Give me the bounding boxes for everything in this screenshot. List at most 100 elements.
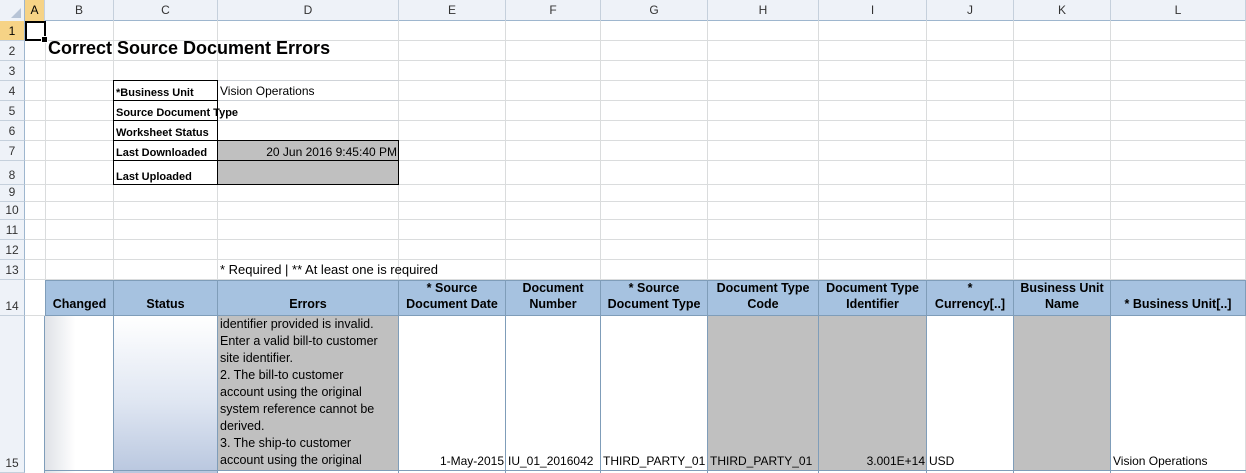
info-border [113, 80, 218, 81]
worksheet-status-value [218, 121, 399, 141]
header-currency[interactable]: * Currency[..] [927, 280, 1014, 316]
header-label-line1: Document [522, 281, 584, 295]
cell-value: THIRD_PARTY_01 [603, 454, 706, 468]
column-header-b[interactable]: B [45, 0, 114, 21]
business-unit-label: *Business Unit [116, 87, 194, 99]
column-header-f[interactable]: F [506, 0, 601, 21]
row-header-14[interactable]: 14 [0, 280, 25, 316]
column-header-e[interactable]: E [399, 0, 506, 21]
column-header-d[interactable]: D [218, 0, 399, 21]
row-header-6[interactable]: 6 [0, 121, 25, 141]
business-unit-value[interactable]: Vision Operations [218, 80, 399, 100]
column-header-l[interactable]: L [1111, 0, 1246, 21]
row-header-9[interactable]: 9 [0, 185, 25, 202]
header-label-line2: Name [1044, 297, 1080, 311]
table-border [505, 316, 506, 473]
row-header-10[interactable]: 10 [0, 202, 25, 220]
table-border [217, 316, 218, 473]
row-header-4[interactable]: 4 [0, 81, 25, 101]
row-source-document-date-cell[interactable]: 1-May-2015 [399, 316, 506, 470]
column-header-h[interactable]: H [708, 0, 819, 21]
row-document-number-cell[interactable]: IU_01_2016042 [506, 316, 601, 470]
header-errors-label: Errors [289, 297, 327, 311]
select-all-button[interactable] [0, 0, 25, 21]
fill-handle[interactable] [41, 36, 48, 43]
header-label-line2: Document Date [406, 297, 498, 311]
column-header-a[interactable]: A [25, 0, 45, 21]
source-document-type-value[interactable] [218, 101, 399, 121]
row-header-2[interactable]: 2 [0, 41, 25, 61]
grid-line [25, 201, 1246, 202]
grid-line [25, 259, 1246, 260]
row-header-15[interactable]: 15 [0, 316, 25, 473]
worksheet-status-label: Worksheet Status [116, 127, 209, 139]
error-line: identifier provided is invalid. [220, 317, 374, 331]
header-changed[interactable]: Changed [45, 280, 114, 316]
error-line: account using the original [220, 385, 362, 399]
header-document-number[interactable]: Document Number [506, 280, 601, 316]
row-source-document-type-cell[interactable]: THIRD_PARTY_01 [601, 316, 708, 470]
error-line: derived. [220, 419, 265, 433]
row-header-3[interactable]: 3 [0, 61, 25, 81]
row-header-13[interactable]: 13 [0, 260, 25, 280]
error-line: 3. The ship-to customer [220, 436, 352, 450]
info-border [113, 80, 114, 185]
row-document-type-code-cell: THIRD_PARTY_01 [708, 316, 819, 470]
row-currency-cell[interactable]: USD [927, 316, 1014, 470]
error-line: Enter a valid bill-to customer [220, 334, 378, 348]
header-label-line2: Document Type [607, 297, 701, 311]
header-label-line1: Document Type [826, 281, 919, 295]
row-header-12[interactable]: 12 [0, 240, 25, 260]
column-header-i[interactable]: I [819, 0, 927, 21]
header-label-line2: Number [529, 297, 577, 311]
table-border [45, 470, 1246, 471]
column-header-g[interactable]: G [601, 0, 708, 21]
info-border [113, 120, 218, 121]
header-source-document-date[interactable]: * Source Document Date [399, 280, 506, 316]
row-header-1[interactable]: 1 [0, 21, 25, 41]
header-label-line1: * Source [628, 281, 680, 295]
row-header-5[interactable]: 5 [0, 101, 25, 121]
info-border [398, 140, 399, 185]
source-document-type-label: Source Document Type [116, 107, 239, 119]
grid-line [25, 60, 1246, 61]
error-line: account using the original [220, 453, 362, 467]
column-header-c[interactable]: C [114, 0, 218, 21]
cell-value: Vision Operations [1113, 454, 1208, 468]
last-downloaded-label: Last Downloaded [116, 147, 208, 159]
header-document-type-code[interactable]: Document Type Code [708, 280, 819, 316]
page-title: Correct Source Document Errors [48, 38, 331, 58]
row-errors-cell[interactable]: identifier provided is invalid. Enter a … [218, 316, 399, 470]
row-header-11[interactable]: 11 [0, 220, 25, 240]
header-label-line1: * [967, 281, 973, 295]
header-business-unit[interactable]: * Business Unit[..] [1111, 280, 1246, 316]
row-header-8[interactable]: 8 [0, 161, 25, 185]
table-border [1110, 316, 1111, 473]
error-line: system reference cannot be [220, 402, 375, 416]
row-status-cell[interactable] [114, 316, 218, 473]
header-business-unit-name[interactable]: Business Unit Name [1014, 280, 1111, 316]
last-uploaded-label: Last Uploaded [116, 171, 192, 183]
row-business-unit-cell[interactable]: Vision Operations [1111, 316, 1246, 470]
info-border [218, 80, 399, 81]
row-header-7[interactable]: 7 [0, 141, 25, 161]
grid-line [25, 239, 1246, 240]
info-border [217, 80, 218, 185]
table-border [1013, 316, 1014, 473]
row-changed-cell[interactable] [45, 316, 113, 473]
header-source-document-type[interactable]: * Source Document Type [601, 280, 708, 316]
selected-cell-a1[interactable] [25, 21, 48, 43]
header-document-type-identifier[interactable]: Document Type Identifier [819, 280, 927, 316]
info-border [218, 100, 399, 101]
header-errors[interactable]: Errors [218, 280, 399, 316]
header-status-label: Status [146, 297, 185, 311]
column-header-k[interactable]: K [1014, 0, 1111, 21]
header-status[interactable]: Status [114, 280, 218, 316]
info-border [113, 100, 218, 101]
header-changed-label: Changed [52, 297, 107, 311]
column-header-j[interactable]: J [927, 0, 1014, 21]
header-label-line1: * Source [426, 281, 478, 295]
cell-value: IU_01_2016042 [508, 454, 594, 468]
cell-value: 1-May-2015 [439, 454, 504, 468]
header-label-line2: Code [747, 297, 779, 311]
